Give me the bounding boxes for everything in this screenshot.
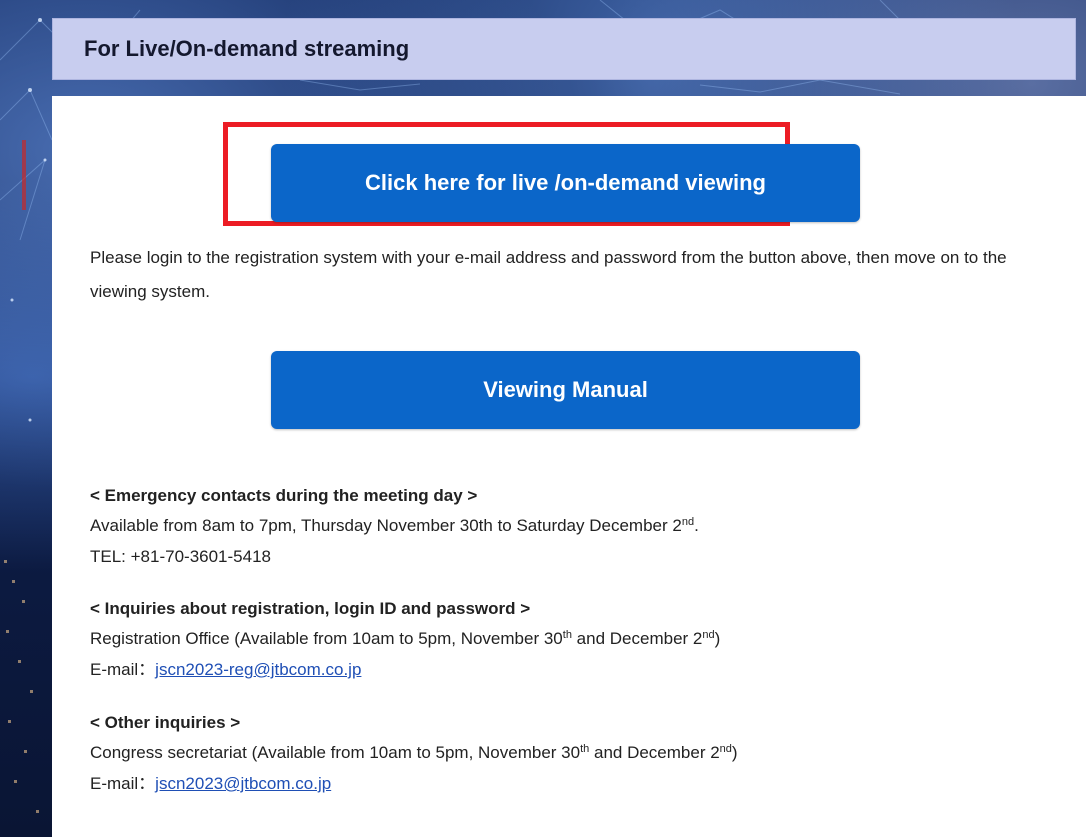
other-inquiries-title: < Other inquiries > xyxy=(90,713,241,732)
registration-inquiries-section: < Inquiries about registration, login ID… xyxy=(90,595,1070,685)
emergency-contacts-title: < Emergency contacts during the meeting … xyxy=(90,486,478,505)
registration-office-sup-1: th xyxy=(562,629,572,641)
secretariat-email-link[interactable]: jscn2023@jtbcom.co.jp xyxy=(155,774,331,793)
emergency-availability-sup: nd xyxy=(681,516,695,528)
secretariat-office-sup-2: nd xyxy=(719,743,732,755)
secretariat-office-hours: Congress secretariat (Available from 10a… xyxy=(90,737,1070,768)
registration-office-text-b: and December 2 xyxy=(571,629,703,648)
content-panel: Click here for live /on-demand viewing P… xyxy=(52,96,1086,837)
secretariat-email-line: E-mail：jscn2023@jtbcom.co.jp xyxy=(90,768,1070,799)
emergency-availability-text: Available from 8am to 7pm, Thursday Nove… xyxy=(90,516,682,535)
secretariat-email-label: E-mail： xyxy=(90,774,156,793)
live-viewing-button[interactable]: Click here for live /on-demand viewing xyxy=(271,144,860,222)
other-inquiries-section: < Other inquiries > Congress secretariat… xyxy=(90,709,1070,799)
emergency-availability-end: . xyxy=(694,516,699,535)
viewing-manual-button[interactable]: Viewing Manual xyxy=(271,351,860,429)
login-instructions: Please login to the registration system … xyxy=(90,248,1007,301)
section-header: For Live/On-demand streaming xyxy=(52,18,1076,80)
registration-email-label: E-mail： xyxy=(90,660,156,679)
registration-inquiries-title: < Inquiries about registration, login ID… xyxy=(90,599,531,618)
emergency-availability: Available from 8am to 7pm, Thursday Nove… xyxy=(90,510,1070,541)
registration-email-line: E-mail：jscn2023-reg@jtbcom.co.jp xyxy=(90,654,1070,685)
registration-office-hours: Registration Office (Available from 10am… xyxy=(90,623,1070,654)
registration-office-text-a: Registration Office (Available from 10am… xyxy=(90,629,563,648)
registration-office-sup-2: nd xyxy=(702,629,715,641)
emergency-tel: TEL: +81-70-3601-5418 xyxy=(90,547,271,566)
registration-office-text-c: ) xyxy=(714,629,721,648)
emergency-contacts-section: < Emergency contacts during the meeting … xyxy=(90,482,1070,572)
registration-email-link[interactable]: jscn2023-reg@jtbcom.co.jp xyxy=(155,660,361,679)
secretariat-office-text-c: ) xyxy=(731,743,738,762)
secretariat-office-text-a: Congress secretariat (Available from 10a… xyxy=(90,743,581,762)
section-title: For Live/On-demand streaming xyxy=(84,36,410,61)
secretariat-office-text-b: and December 2 xyxy=(589,743,720,762)
secretariat-office-sup-1: th xyxy=(580,743,590,755)
